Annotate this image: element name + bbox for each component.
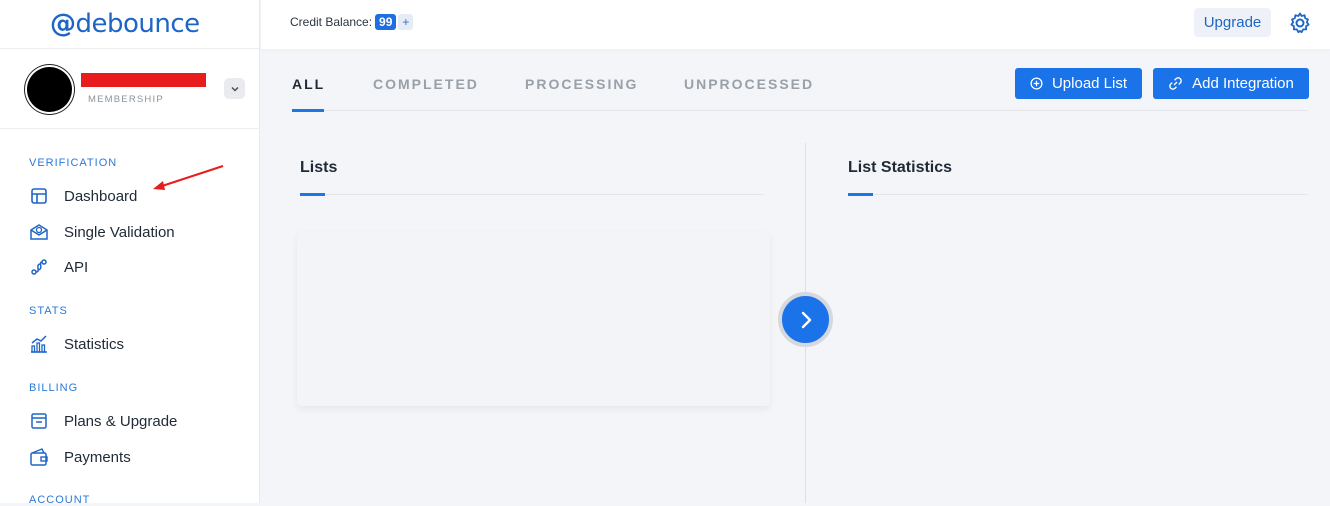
- dashboard-icon: [29, 186, 49, 206]
- tab-unprocessed[interactable]: UNPROCESSED: [684, 76, 814, 92]
- tab-completed[interactable]: COMPLETED: [373, 76, 479, 92]
- plus-circle-icon: [1030, 77, 1043, 90]
- logo[interactable]: @debounce: [0, 0, 259, 49]
- api-icon: [29, 257, 49, 277]
- sidebar-item-label: Dashboard: [64, 187, 138, 205]
- tab-all[interactable]: ALL: [292, 76, 325, 92]
- section-stats: STATS: [29, 305, 68, 317]
- stats-divider: [848, 194, 1308, 195]
- sidebar: @debounce MEMBERSHIP VERIFICATION Dashbo…: [0, 0, 260, 506]
- gear-icon[interactable]: [1288, 11, 1312, 35]
- chevron-down-icon: [230, 86, 239, 92]
- tab-label: UNPROCESSED: [684, 76, 815, 92]
- sidebar-item-label: Single Validation: [64, 223, 175, 241]
- sidebar-item-label: API: [64, 258, 89, 276]
- sidebar-item-dashboard[interactable]: Dashboard: [29, 183, 137, 209]
- upload-list-label: Upload List: [1051, 75, 1128, 92]
- profile-dropdown-button[interactable]: [224, 78, 245, 99]
- logo-at: @: [50, 9, 76, 39]
- sidebar-item-statistics[interactable]: Statistics: [29, 331, 124, 357]
- stats-title-accent: [848, 193, 873, 196]
- sidebar-item-payments[interactable]: Payments: [29, 444, 131, 470]
- chart-icon: [29, 334, 49, 354]
- credit-balance: Credit Balance: 99 +: [290, 14, 414, 30]
- annotation-arrow-icon: [153, 165, 224, 190]
- credit-label: Credit Balance:: [290, 15, 373, 29]
- sidebar-item-plans-upgrade[interactable]: Plans & Upgrade: [29, 408, 177, 434]
- wallet-icon: [29, 447, 49, 467]
- lists-title: Lists: [300, 159, 338, 176]
- active-tab-indicator: [292, 109, 324, 112]
- tab-label: ALL: [292, 76, 326, 92]
- list-statistics-title: List Statistics: [848, 159, 953, 176]
- sidebar-item-label: Statistics: [64, 335, 125, 353]
- add-integration-button[interactable]: Add Integration: [1153, 68, 1309, 99]
- section-account: ACCOUNT: [29, 494, 91, 506]
- lists-title-accent: [300, 193, 325, 196]
- upgrade-button[interactable]: Upgrade: [1194, 8, 1271, 37]
- add-credits-button[interactable]: +: [398, 14, 414, 30]
- link-icon: [1168, 76, 1183, 91]
- section-billing: BILLING: [29, 382, 79, 394]
- next-arrow-button[interactable]: [778, 292, 833, 347]
- add-integration-label: Add Integration: [1192, 75, 1294, 92]
- avatar[interactable]: [27, 67, 72, 112]
- logo-text: debounce: [75, 9, 201, 39]
- sidebar-item-api[interactable]: API: [29, 254, 88, 280]
- envelope-check-icon: [29, 222, 49, 242]
- tab-label: PROCESSING: [525, 76, 639, 92]
- lists-card: [297, 232, 770, 406]
- plans-icon: [29, 411, 49, 431]
- upload-list-button[interactable]: Upload List: [1015, 68, 1142, 99]
- tab-label: COMPLETED: [373, 76, 479, 92]
- membership-label: MEMBERSHIP: [88, 94, 164, 105]
- sidebar-item-label: Plans & Upgrade: [64, 412, 178, 430]
- lists-divider: [300, 194, 764, 195]
- section-verification: VERIFICATION: [29, 157, 118, 169]
- tab-processing[interactable]: PROCESSING: [525, 76, 638, 92]
- chevron-right-icon: [801, 311, 811, 328]
- topbar: Credit Balance: 99 + Upgrade: [261, 0, 1330, 49]
- credit-value-badge: 99: [375, 14, 397, 30]
- sidebar-item-single-validation[interactable]: Single Validation: [29, 219, 175, 245]
- profile-card: MEMBERSHIP: [0, 49, 259, 129]
- sidebar-item-label: Payments: [64, 448, 131, 466]
- redacted-name: [81, 73, 206, 87]
